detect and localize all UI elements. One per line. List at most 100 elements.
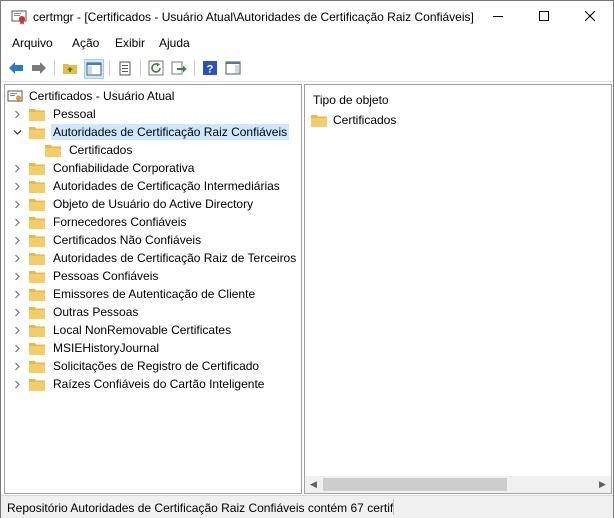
scroll-left-icon[interactable]: ◀ xyxy=(305,476,322,493)
back-arrow-icon xyxy=(9,62,23,74)
toolbar: ? xyxy=(1,55,613,82)
chevron-right-icon[interactable] xyxy=(11,195,23,213)
folder-icon xyxy=(29,108,51,121)
chevron-right-icon[interactable] xyxy=(11,321,23,339)
certificate-manager-icon xyxy=(11,10,27,25)
toolbar-separator xyxy=(54,60,55,76)
title-bar: certmgr - [Certificados - Usuário Atual\… xyxy=(1,1,613,32)
chevron-right-icon[interactable] xyxy=(11,267,23,285)
minimize-icon xyxy=(492,16,503,17)
export-list-icon xyxy=(171,61,187,75)
chevron-right-icon[interactable] xyxy=(11,375,23,393)
close-icon xyxy=(584,11,595,22)
folder-icon xyxy=(311,114,327,127)
column-header-tipo-de-objeto[interactable]: Tipo de objeto xyxy=(313,93,389,107)
tree-item-label: MSIEHistoryJournal xyxy=(53,341,160,355)
tree-item-label: Outras Pessoas xyxy=(53,305,139,319)
tree-item-label: Confiabilidade Corporativa xyxy=(53,161,195,175)
svg-text:?: ? xyxy=(207,64,214,76)
chevron-right-icon[interactable] xyxy=(11,339,23,357)
tree-item[interactable]: Autoridades de Certificação Raiz Confiáv… xyxy=(11,123,290,141)
tree-item-label: Certificados Não Confiáveis xyxy=(53,233,202,247)
console-tree-icon xyxy=(86,62,102,76)
minimize-button[interactable] xyxy=(475,1,521,32)
folder-icon xyxy=(29,342,51,355)
chevron-right-icon[interactable] xyxy=(11,105,23,123)
folder-icon xyxy=(29,270,51,283)
chevron-right-icon[interactable] xyxy=(11,303,23,321)
tree-item[interactable]: Local NonRemovable Certificates xyxy=(11,321,233,339)
folder-up-icon xyxy=(63,64,77,74)
folder-icon xyxy=(29,162,51,175)
forward-arrow-icon xyxy=(32,62,46,74)
results-pane[interactable]: Tipo de objeto Certificados ◀ ▶ xyxy=(304,84,612,494)
close-button[interactable] xyxy=(567,1,613,32)
menu-exibir[interactable]: Exibir xyxy=(115,36,145,50)
chevron-right-icon[interactable] xyxy=(11,285,23,303)
tree-item-label: Local NonRemovable Certificates xyxy=(53,323,232,337)
chevron-right-icon[interactable] xyxy=(11,357,23,375)
tree-item-label: Fornecedores Confiáveis xyxy=(53,215,187,229)
tree-item-label: Autoridades de Certificação Raiz Confiáv… xyxy=(51,124,290,140)
up-one-level-button[interactable] xyxy=(61,59,79,77)
folder-icon xyxy=(29,198,51,211)
chevron-right-icon[interactable] xyxy=(11,231,23,249)
certificates-store-icon xyxy=(7,90,23,102)
tree-item[interactable]: MSIEHistoryJournal xyxy=(11,339,161,357)
help-button[interactable]: ? xyxy=(201,59,219,77)
console-tree-pane[interactable]: Certificados - Usuário Atual Pessoal Auto… xyxy=(4,84,302,494)
folder-icon xyxy=(29,126,51,139)
window-title: certmgr - [Certificados - Usuário Atual\… xyxy=(33,10,474,24)
menu-bar: Arquivo Ação Exibir Ajuda xyxy=(1,32,613,54)
tree-item[interactable]: Pessoas Confiáveis xyxy=(11,267,160,285)
menu-arquivo[interactable]: Arquivo xyxy=(12,36,53,50)
tree-item[interactable]: Raízes Confiáveis do Cartão Inteligente xyxy=(11,375,266,393)
show-hide-console-tree-button[interactable] xyxy=(84,59,104,79)
maximize-button[interactable] xyxy=(521,1,567,32)
tree-item[interactable]: Solicitações de Registro de Certificado xyxy=(11,357,261,375)
tree-item[interactable]: Emissores de Autenticação de Cliente xyxy=(11,285,257,303)
folder-icon xyxy=(29,324,51,337)
tree-root[interactable]: Certificados - Usuário Atual xyxy=(7,87,174,105)
chevron-right-icon[interactable] xyxy=(11,213,23,231)
chevron-right-icon[interactable] xyxy=(11,177,23,195)
maximize-icon xyxy=(538,11,549,21)
tree-item-label: Emissores de Autenticação de Cliente xyxy=(53,287,256,301)
horizontal-scrollbar[interactable]: ◀ ▶ xyxy=(305,476,611,493)
tree-item[interactable]: Pessoal xyxy=(11,105,98,123)
refresh-icon xyxy=(148,60,164,76)
chevron-down-icon[interactable] xyxy=(11,123,23,141)
forward-button[interactable] xyxy=(30,59,48,77)
tree-item[interactable]: Objeto de Usuário do Active Directory xyxy=(11,195,255,213)
chevron-right-icon[interactable] xyxy=(11,159,23,177)
properties-button[interactable] xyxy=(116,59,134,77)
folder-icon xyxy=(29,360,51,373)
refresh-button[interactable] xyxy=(147,59,165,77)
show-hide-action-pane-button[interactable] xyxy=(224,59,242,77)
tree-item-label: Objeto de Usuário do Active Directory xyxy=(53,197,254,211)
tree-item[interactable]: Autoridades de Certificação Intermediári… xyxy=(11,177,282,195)
folder-icon xyxy=(29,180,51,193)
tree-item[interactable]: Fornecedores Confiáveis xyxy=(11,213,188,231)
back-button[interactable] xyxy=(7,59,25,77)
toolbar-separator xyxy=(194,60,195,76)
folder-icon xyxy=(29,288,51,301)
scrollbar-thumb[interactable] xyxy=(323,478,507,491)
tree-item-label: Pessoas Confiáveis xyxy=(53,269,159,283)
help-icon: ? xyxy=(203,61,217,76)
clipboard-icon xyxy=(119,61,131,76)
menu-ajuda[interactable]: Ajuda xyxy=(159,36,190,50)
tree-item[interactable]: Autoridades de Certificação Raiz de Terc… xyxy=(11,249,298,267)
tree-item-label: Pessoal xyxy=(53,107,96,121)
export-list-button[interactable] xyxy=(170,59,188,77)
chevron-right-icon[interactable] xyxy=(11,249,23,267)
scroll-right-icon[interactable]: ▶ xyxy=(594,476,611,493)
toolbar-separator xyxy=(140,60,141,76)
tree-item[interactable]: Confiabilidade Corporativa xyxy=(11,159,196,177)
tree-item[interactable]: Certificados xyxy=(45,141,134,159)
folder-icon xyxy=(29,216,51,229)
tree-item[interactable]: Certificados Não Confiáveis xyxy=(11,231,203,249)
menu-acao[interactable]: Ação xyxy=(72,36,99,50)
tree-item[interactable]: Outras Pessoas xyxy=(11,303,140,321)
list-item[interactable]: Certificados xyxy=(311,113,396,127)
